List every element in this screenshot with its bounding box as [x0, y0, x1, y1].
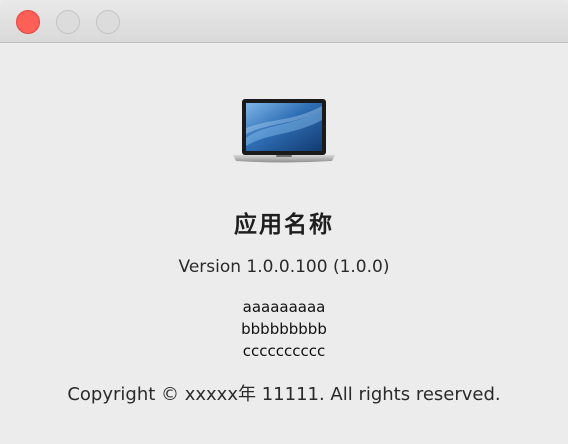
credit-line-1: aaaaaaaaa: [242, 298, 326, 316]
credit-line-2: bbbbbbbbb: [241, 320, 327, 338]
about-window: 应用名称 Version 1.0.0.100 (1.0.0) aaaaaaaaa…: [0, 0, 568, 444]
laptop-icon: [233, 99, 335, 163]
title-bar[interactable]: [0, 0, 568, 43]
app-name: 应用名称: [234, 212, 334, 238]
version-label: Version 1.0.0.100 (1.0.0): [178, 257, 390, 277]
credit-line-3: cccccccccc: [242, 342, 326, 360]
copyright-text: Copyright © xxxxx年 11111. All rights res…: [67, 384, 501, 405]
close-button[interactable]: [16, 10, 40, 34]
zoom-button[interactable]: [96, 10, 120, 34]
minimize-button[interactable]: [56, 10, 80, 34]
